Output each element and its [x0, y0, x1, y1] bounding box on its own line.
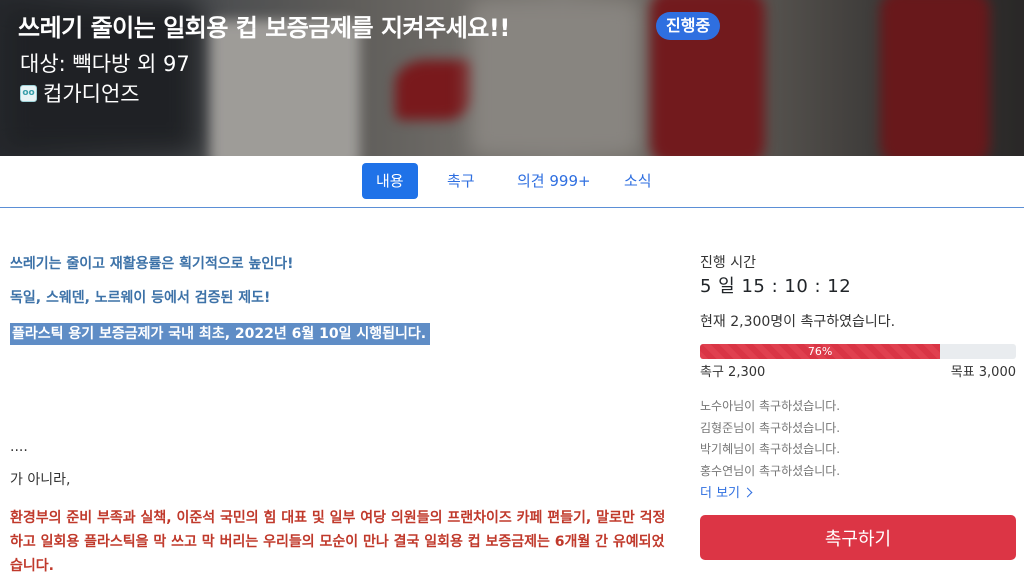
page-title: 쓰레기 줄이는 일회용 컵 보증금제를 지켜주세요!! — [18, 14, 510, 42]
emphasis-paragraph: 환경부의 준비 부족과 실책, 이준석 국민의 힘 대표 및 일부 여당 의원들… — [10, 510, 666, 572]
body-text: 가 아니라, — [10, 472, 71, 488]
campaign-target: 대상: 빽다방 외 97 — [20, 52, 190, 76]
ellipsis-text: .... — [10, 439, 28, 455]
demand-count: 촉구 2,300 — [700, 365, 766, 380]
see-more-label: 더 보기 — [700, 486, 741, 501]
tab-news[interactable]: 소식 — [610, 163, 666, 199]
headline-text: 쓰레기는 줄이고 재활용률은 획기적으로 높인다! — [10, 256, 294, 272]
highlighted-headline: 플라스틱 용기 보증금제가 국내 최초, 2022년 6월 10일 시행됩니다. — [10, 323, 431, 345]
chevron-right-icon — [742, 487, 753, 497]
demand-button[interactable]: 촉구하기 — [700, 515, 1016, 560]
progress-fill: 76% — [700, 344, 941, 359]
list-item: 박기혜님이 촉구하셨습니다. — [700, 442, 841, 456]
list-item: 김형준님이 촉구하셨습니다. — [700, 420, 841, 435]
hero-banner: 쓰레기 줄이는 일회용 컵 보증금제를 지켜주세요!! 진행중 대상: 빽다방 … — [0, 0, 1024, 156]
list-item: 노수아님이 촉구하셨습니다. — [700, 399, 841, 413]
countdown-timer: 5 일 15 : 10 : 12 — [700, 276, 852, 297]
status-badge: 진행중 — [656, 12, 721, 40]
progress-bar: 76% — [700, 344, 1016, 359]
headline-text: 독일, 스웨덴, 노르웨이 등에서 검증된 제도! — [10, 290, 271, 306]
list-item: 홍수연님이 촉구하셨습니다. — [700, 463, 841, 478]
time-label: 진행 시간 — [700, 255, 756, 271]
organization-name: 컵가디언즈 — [43, 82, 140, 106]
supporter-list: 노수아님이 촉구하셨습니다. 김형준님이 촉구하셨습니다. 박기혜님이 촉구하셨… — [700, 396, 840, 482]
tab-demand[interactable]: 촉구 — [433, 163, 489, 199]
current-count-text: 현재 2,300명이 촉구하였습니다. — [700, 314, 896, 330]
goal-count: 목표 3,000 — [950, 365, 1016, 380]
tab-content[interactable]: 내용 — [362, 163, 418, 199]
cup-guardians-logo-icon: oo — [20, 84, 37, 102]
tab-bar: 내용 촉구 의견 999+ 소식 — [0, 156, 1024, 208]
organization-link[interactable]: oo 컵가디언즈 — [20, 78, 140, 108]
see-more-link[interactable]: 더 보기 — [700, 482, 753, 501]
tab-opinions[interactable]: 의견 999+ — [503, 163, 605, 199]
